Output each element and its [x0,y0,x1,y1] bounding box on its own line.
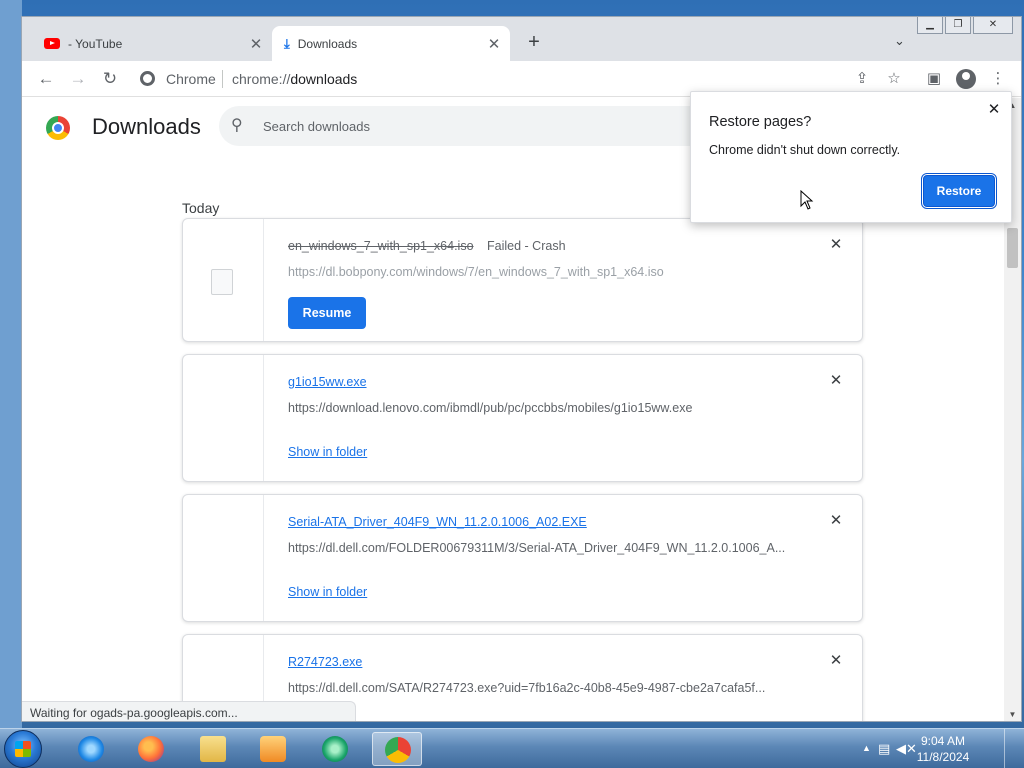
close-tab-icon[interactable]: ✕ [482,35,506,53]
download-url: https://dl.bobpony.com/windows/7/en_wind… [288,265,664,279]
file-icon-column [183,495,264,621]
chrome-window: - YouTube ✕ ⤓ Downloads ✕ + ⌄ ▁ ❐ ✕ ← → … [21,16,1022,722]
remove-icon[interactable]: ✕ [828,513,844,529]
status-text: Failed - Crash [487,239,566,253]
profile-button[interactable] [954,67,978,91]
show-desktop-button[interactable] [1004,729,1016,768]
chrome-icon [385,737,411,763]
file-name: en_windows_7_with_sp1_x64.iso [288,239,474,253]
status-bubble: Waiting for ogads-pa.googleapis.com... [22,701,356,721]
restore-pages-dialog: Restore pages? Chrome didn't shut down c… [690,91,1012,223]
download-name-line: g1io15ww.exe [288,375,367,389]
restore-window-button[interactable]: ❐ [945,17,971,34]
back-arrow-icon[interactable]: ← [34,67,58,91]
download-url: https://dl.dell.com/FOLDER00679311M/3/Se… [288,541,786,555]
download-name-line: en_windows_7_with_sp1_x64.iso Failed - C… [288,239,566,253]
taskbar-media-player[interactable] [248,732,298,766]
download-icon: ⤓ [284,35,290,51]
tab-label: Downloads [297,36,358,51]
close-tab-icon[interactable]: ✕ [244,35,268,53]
reload-icon[interactable]: ↻ [98,67,122,91]
resume-button[interactable]: Resume [288,297,366,329]
show-in-folder-link[interactable]: Show in folder [288,585,367,599]
bookmark-star-icon[interactable]: ☆ [882,67,906,91]
close-icon[interactable]: ✕ [985,100,1003,118]
search-input[interactable] [263,116,683,136]
share-icon[interactable]: ⇪ [850,67,874,91]
scroll-down-arrow-icon[interactable]: ▼ [1004,707,1021,721]
page-title: Downloads [92,114,201,139]
download-url: https://dl.dell.com/SATA/R274723.exe?uid… [288,681,766,695]
scrollbar-thumb[interactable] [1007,228,1018,268]
chrome-site-icon [140,71,155,86]
remove-icon[interactable]: ✕ [828,373,844,389]
clock-time: 9:04 AM [920,734,966,748]
file-name-link[interactable]: g1io15ww.exe [288,375,367,389]
start-button[interactable] [4,730,42,768]
avatar-icon [956,69,976,89]
taskbar-firefox[interactable] [126,732,176,766]
youtube-icon [44,38,60,49]
show-in-folder-link[interactable]: Show in folder [288,445,367,459]
download-url: https://download.lenovo.com/ibmdl/pub/pc… [288,401,693,415]
folder-icon [200,736,226,762]
file-name-link[interactable]: Serial-ATA_Driver_404F9_WN_11.2.0.1006_A… [288,515,587,529]
file-icon-column [183,219,264,341]
system-tray: ▲ ▤ ◀✕ 9:04 AM 11/8/2024 [856,729,1016,768]
download-item: en_windows_7_with_sp1_x64.iso Failed - C… [182,218,863,342]
side-panel-icon[interactable]: ▣ [922,67,946,91]
search-icon: ⚲ [231,117,243,134]
tab-strip: - YouTube ✕ ⤓ Downloads ✕ + ⌄ ▁ ❐ ✕ [22,17,1021,61]
media-player-icon [260,736,286,762]
remove-icon[interactable]: ✕ [828,237,844,253]
file-icon [211,269,233,295]
forward-arrow-icon[interactable]: → [66,67,90,91]
file-name-link[interactable]: R274723.exe [288,655,362,669]
download-item: Serial-ATA_Driver_404F9_WN_11.2.0.1006_A… [182,494,863,622]
clock[interactable]: 9:04 AM 11/8/2024 [908,733,978,765]
minimize-button[interactable]: ▁ [917,17,943,34]
desktop-background [0,0,22,728]
url-scheme: chrome:// [232,71,291,87]
file-icon-column [183,355,264,481]
restore-button[interactable]: Restore [921,173,997,209]
dialog-title: Restore pages? [709,114,812,130]
show-hidden-icons-icon[interactable]: ▲ [862,743,871,753]
mouse-cursor-icon [800,190,814,210]
tab-search-chevron-icon[interactable]: ⌄ [894,33,905,49]
taskbar-chrome[interactable] [372,732,422,766]
download-name-line: Serial-ATA_Driver_404F9_WN_11.2.0.1006_A… [288,515,587,529]
taskbar-app[interactable] [310,732,360,766]
menu-kebab-icon[interactable]: ⋮ [986,67,1010,91]
taskbar-file-explorer[interactable] [188,732,238,766]
new-tab-button[interactable]: + [522,31,546,55]
taskbar: ▲ ▤ ◀✕ 9:04 AM 11/8/2024 [0,728,1024,768]
url-text[interactable]: chrome://downloads [232,71,357,87]
window-controls: ▁ ❐ ✕ [917,17,1013,34]
download-item: g1io15ww.exe https://download.lenovo.com… [182,354,863,482]
app-icon [322,736,348,762]
taskbar-internet-explorer[interactable] [66,732,116,766]
search-downloads[interactable]: ⚲ [219,106,739,146]
download-name-line: R274723.exe [288,655,362,669]
url-path: downloads [290,71,358,87]
tab-youtube[interactable]: - YouTube ✕ [32,26,272,61]
firefox-icon [138,736,164,762]
remove-icon[interactable]: ✕ [828,653,844,669]
close-window-button[interactable]: ✕ [973,17,1013,34]
divider [222,70,223,88]
internet-explorer-icon [78,736,104,762]
network-icon[interactable]: ▤ [878,741,890,757]
chrome-logo-icon [46,116,70,140]
clock-date: 11/8/2024 [916,750,970,764]
dialog-message: Chrome didn't shut down correctly. [709,143,901,157]
site-chip-label: Chrome [166,71,216,87]
tab-label: - YouTube [68,36,123,51]
date-group-label: Today [182,200,220,216]
tab-downloads[interactable]: ⤓ Downloads ✕ [272,26,510,61]
